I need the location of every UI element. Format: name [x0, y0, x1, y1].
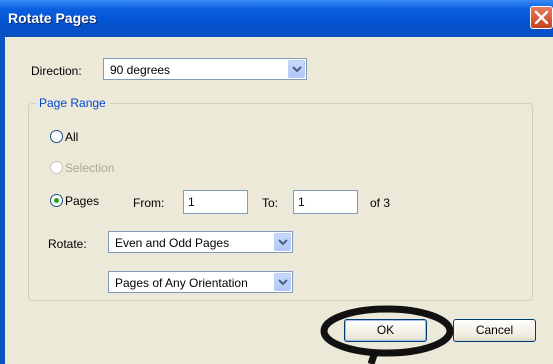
from-value: 1 — [188, 195, 195, 209]
chevron-down-icon[interactable] — [274, 233, 291, 251]
close-button[interactable] — [530, 6, 553, 29]
direction-label: Direction: — [31, 64, 82, 78]
cancel-button[interactable]: Cancel — [453, 319, 536, 342]
close-icon — [534, 10, 549, 25]
radio-selection — [50, 161, 63, 174]
from-input[interactable]: 1 — [183, 190, 248, 214]
rotate-pages-dialog: Rotate Pages Direction: 90 degrees Page … — [0, 0, 553, 364]
page-count-label: of 3 — [370, 196, 391, 210]
ok-button[interactable]: OK — [344, 319, 427, 342]
radio-all[interactable] — [50, 130, 63, 143]
from-label: From: — [133, 196, 165, 210]
to-label: To: — [262, 196, 279, 210]
rotate-orientation-dropdown[interactable]: Pages of Any Orientation — [108, 271, 293, 293]
radio-pages[interactable] — [50, 194, 63, 207]
rotate-parity-value: Even and Odd Pages — [115, 236, 230, 250]
rotate-orientation-value: Pages of Any Orientation — [115, 276, 248, 290]
to-input[interactable]: 1 — [293, 190, 358, 214]
page-range-legend: Page Range — [36, 96, 109, 110]
direction-value: 90 degrees — [110, 63, 171, 77]
rotate-parity-dropdown[interactable]: Even and Odd Pages — [108, 231, 293, 253]
radio-selected-dot — [54, 198, 59, 203]
radio-selection-label: Selection — [65, 161, 115, 175]
rotate-label: Rotate: — [48, 237, 87, 251]
radio-pages-label[interactable]: Pages — [65, 194, 99, 208]
radio-all-label[interactable]: All — [65, 130, 78, 144]
dialog-title: Rotate Pages — [8, 10, 97, 26]
chevron-down-icon[interactable] — [274, 273, 291, 291]
chevron-down-icon[interactable] — [288, 60, 305, 78]
to-value: 1 — [298, 195, 305, 209]
direction-dropdown[interactable]: 90 degrees — [103, 58, 307, 80]
title-bar[interactable]: Rotate Pages — [0, 0, 553, 37]
